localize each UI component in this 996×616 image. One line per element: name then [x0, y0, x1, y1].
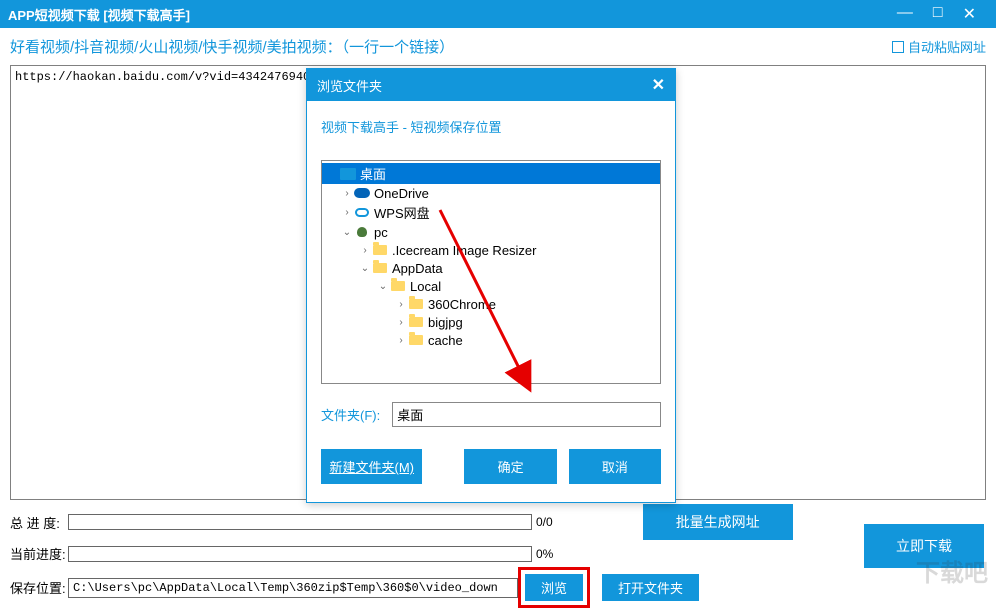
tree-item-label: bigjpg: [428, 315, 463, 330]
monitor-icon: [340, 166, 356, 182]
folder-icon: [372, 260, 388, 276]
chevron-icon[interactable]: ›: [358, 245, 372, 256]
tree-item-label: pc: [374, 225, 388, 240]
save-path-input[interactable]: [68, 578, 518, 598]
chevron-icon[interactable]: ›: [340, 188, 354, 199]
folder-tree[interactable]: 桌面›OneDrive›WPS网盘⌄pc›.Icecream Image Res…: [321, 160, 661, 384]
close-icon[interactable]: ✕: [963, 4, 976, 24]
tree-item[interactable]: › 360Chrome: [322, 295, 660, 313]
new-folder-button[interactable]: 新建文件夹(M): [321, 449, 422, 484]
chevron-icon[interactable]: ›: [394, 317, 408, 328]
tree-item[interactable]: › cache: [322, 331, 660, 349]
minimize-icon[interactable]: —: [897, 4, 913, 24]
tree-item[interactable]: ⌄ pc: [322, 223, 660, 241]
maximize-icon[interactable]: □: [933, 4, 943, 24]
tree-item-label: .Icecream Image Resizer: [392, 243, 537, 258]
cloud-icon: [354, 185, 370, 201]
tree-item[interactable]: › bigjpg: [322, 313, 660, 331]
chevron-icon[interactable]: ›: [394, 299, 408, 310]
bottom-controls: 总 进 度: 0/0 批量生成网址 立即下载 当前进度: 0% 保存位置: 浏览…: [0, 500, 996, 616]
watermark: 下载吧: [916, 553, 988, 588]
total-progress-text: 0/0: [532, 515, 553, 529]
tree-item[interactable]: › WPS网盘: [322, 202, 660, 223]
window-title: APP短视频下载 [视频下载高手]: [8, 5, 190, 24]
save-path-label: 保存位置:: [10, 578, 68, 597]
dialog-close-icon[interactable]: ✕: [652, 75, 665, 95]
chevron-icon[interactable]: ⌄: [376, 281, 390, 292]
tree-item[interactable]: › .Icecream Image Resizer: [322, 241, 660, 259]
tree-item[interactable]: › OneDrive: [322, 184, 660, 202]
folder-icon: [408, 296, 424, 312]
instruction-row: 好看视频/抖音视频/火山视频/快手视频/美拍视频：（一行一个链接） 自动粘贴网址: [0, 28, 996, 65]
folder-icon: [372, 242, 388, 258]
tree-item-label: 桌面: [360, 164, 386, 183]
current-progress-bar: [68, 546, 532, 562]
tree-item-label: 360Chrome: [428, 297, 496, 312]
open-folder-button[interactable]: 打开文件夹: [602, 574, 699, 601]
tree-item-label: AppData: [392, 261, 443, 276]
tree-item-label: cache: [428, 333, 463, 348]
ok-button[interactable]: 确定: [464, 449, 556, 484]
user-icon: [354, 224, 370, 240]
cloud-outline-icon: [354, 205, 370, 221]
total-progress-bar: [68, 514, 532, 530]
browse-folder-dialog: 浏览文件夹 ✕ 视频下载高手 - 短视频保存位置 桌面 › OneDrive › WPS…: [306, 68, 676, 503]
chevron-icon[interactable]: ›: [340, 207, 354, 218]
dialog-buttons: 新建文件夹(M) 确定 取消: [307, 435, 675, 502]
chevron-icon[interactable]: ⌄: [358, 263, 372, 274]
auto-paste-checkbox[interactable]: 自动粘贴网址: [892, 37, 986, 56]
folder-icon: [408, 314, 424, 330]
tree-item-label: OneDrive: [374, 186, 429, 201]
current-progress-label: 当前进度:: [10, 544, 68, 563]
tree-item[interactable]: ⌄ AppData: [322, 259, 660, 277]
tree-item-label: Local: [410, 279, 441, 294]
folder-label: 文件夹(F):: [321, 405, 380, 424]
dialog-title: 浏览文件夹: [317, 76, 382, 95]
current-progress-text: 0%: [532, 547, 553, 561]
tree-item-label: WPS网盘: [374, 203, 430, 222]
chevron-icon[interactable]: ›: [394, 335, 408, 346]
dialog-description: 视频下载高手 - 短视频保存位置: [307, 101, 675, 144]
folder-name-row: 文件夹(F):: [307, 394, 675, 435]
browse-button[interactable]: 浏览: [525, 574, 583, 601]
checkbox-icon: [892, 41, 904, 53]
window-titlebar: APP短视频下载 [视频下载高手] — □ ✕: [0, 0, 996, 28]
browse-highlight: 浏览: [518, 567, 590, 608]
tree-item[interactable]: 桌面: [322, 163, 660, 184]
instruction-text: 好看视频/抖音视频/火山视频/快手视频/美拍视频：（一行一个链接）: [10, 36, 454, 57]
folder-name-input[interactable]: [392, 402, 661, 427]
window-controls: — □ ✕: [897, 4, 988, 24]
chevron-icon[interactable]: ⌄: [340, 227, 354, 238]
batch-generate-button[interactable]: 批量生成网址: [643, 504, 793, 540]
folder-icon: [390, 278, 406, 294]
dialog-titlebar: 浏览文件夹 ✕: [307, 69, 675, 101]
total-progress-label: 总 进 度:: [10, 513, 68, 532]
tree-item[interactable]: ⌄ Local: [322, 277, 660, 295]
folder-icon: [408, 332, 424, 348]
cancel-button[interactable]: 取消: [569, 449, 661, 484]
